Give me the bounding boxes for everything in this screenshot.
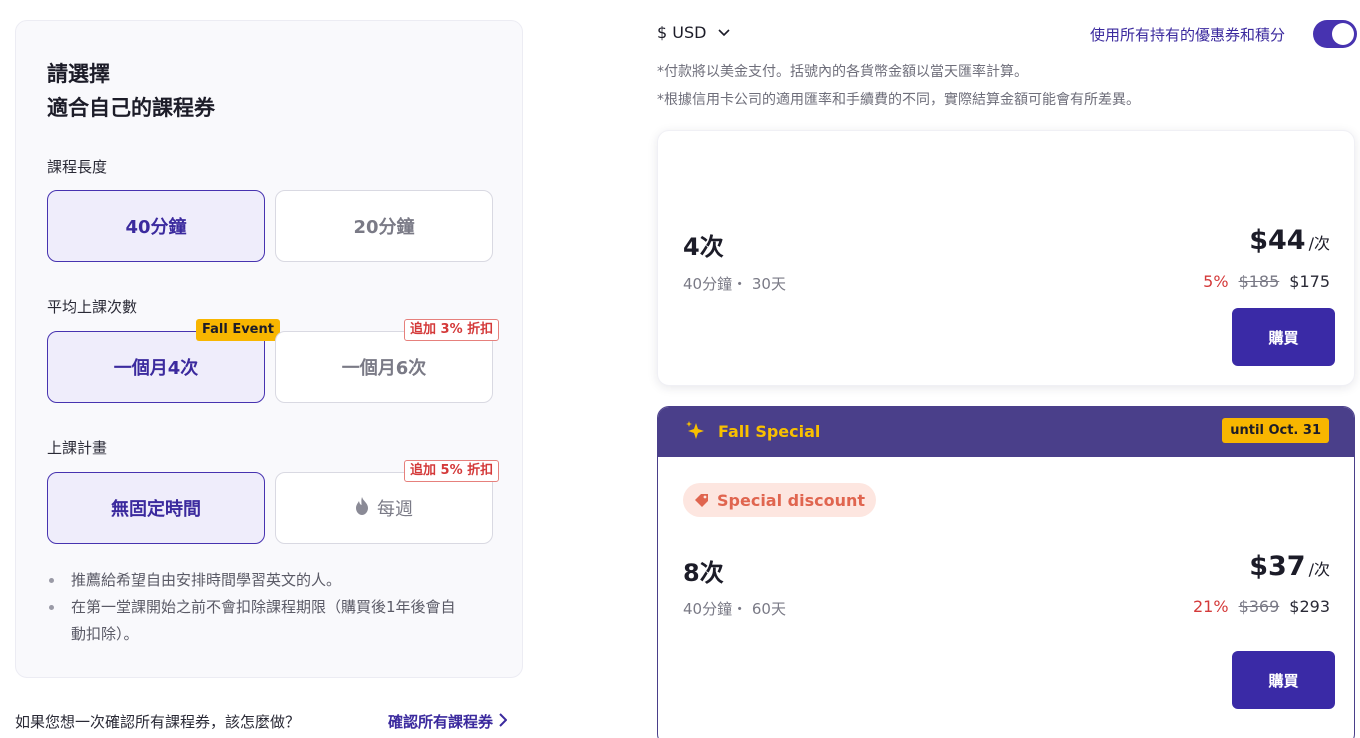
plan-price-breakdown: 5% $185 $175 bbox=[1203, 272, 1330, 291]
special-title: Fall Special bbox=[718, 422, 821, 441]
panel-title: 請選擇 適合自己的課程券 bbox=[47, 57, 215, 125]
fall-event-badge: Fall Event bbox=[196, 319, 280, 341]
extra-5pct-badge: 追加 5% 折扣 bbox=[404, 460, 500, 482]
option-20min-label: 20分鐘 bbox=[353, 217, 415, 238]
special-discount-label: Special discount bbox=[717, 490, 866, 510]
option-6-per-month[interactable]: 一個月6次 bbox=[275, 331, 493, 403]
plan-price-value: $37 bbox=[1249, 551, 1306, 582]
option-4-per-month[interactable]: 一個月4次 bbox=[47, 331, 265, 403]
option-weekly[interactable]: 每週 bbox=[275, 472, 493, 544]
footer-question: 如果您想一次確認所有課程券，該怎麼做？ bbox=[15, 713, 301, 731]
plan-price-unit: /次 bbox=[1308, 560, 1330, 579]
option-weekly-label: 每週 bbox=[377, 499, 413, 520]
course-selector-panel: 請選擇 適合自己的課程券 課程長度 40分鐘 20分鐘 平均上課次數 一個月4次… bbox=[15, 20, 523, 678]
panel-title-line2: 適合自己的課程券 bbox=[47, 96, 215, 120]
chevron-down-icon bbox=[718, 26, 731, 40]
view-all-vouchers-link[interactable]: 確認所有課程券 bbox=[388, 711, 508, 732]
use-coupons-toggle[interactable] bbox=[1313, 20, 1357, 48]
until-badge: until Oct. 31 bbox=[1222, 418, 1329, 443]
original-price: $369 bbox=[1238, 597, 1280, 616]
lesson-length-label: 課程長度 bbox=[47, 158, 108, 176]
payment-note-1: *付款將以美金支付。括號內的各貨幣金額以當天匯率計算。 bbox=[657, 64, 1028, 80]
plan-price-breakdown: 21% $369 $293 bbox=[1193, 597, 1330, 616]
discount-percent: 5% bbox=[1203, 272, 1229, 291]
bullet-item-text: 在第一堂課開始之前不會扣除課程期限（購買後1年後會自 bbox=[71, 598, 456, 616]
plan-price: $37 /次 bbox=[1249, 551, 1330, 582]
option-40min-label: 40分鐘 bbox=[125, 217, 187, 238]
plan-detail: 40分鐘・ 60天 bbox=[683, 600, 786, 618]
extra-3pct-badge: 追加 3% 折扣 bbox=[404, 319, 500, 341]
plan-description: 推薦給希望自由安排時間學習英文的人。 在第一堂課開始之前不會扣除課程期限（購買後… bbox=[47, 567, 507, 648]
use-coupons-label: 使用所有持有的優惠券和積分 bbox=[1090, 26, 1286, 44]
final-price: $293 bbox=[1289, 597, 1330, 616]
original-price: $185 bbox=[1238, 272, 1280, 291]
option-flexible[interactable]: 無固定時間 bbox=[47, 472, 265, 544]
view-all-vouchers-label: 確認所有課程券 bbox=[388, 713, 494, 731]
plan-label: 上課計畫 bbox=[47, 439, 108, 457]
final-price: $175 bbox=[1289, 272, 1330, 291]
special-discount-pill: Special discount bbox=[683, 483, 877, 517]
discount-percent: 21% bbox=[1193, 597, 1229, 616]
plan-count: 4次 bbox=[683, 233, 724, 261]
bullet-item-text-cont: 動扣除）。 bbox=[71, 625, 139, 643]
currency-value: $ USD bbox=[657, 23, 707, 42]
bullet-item: 推薦給希望自由安排時間學習英文的人。 bbox=[47, 567, 507, 594]
plan-card-4: 4次 40分鐘・ 30天 $44 /次 5% $185 $175 購買 bbox=[657, 130, 1355, 386]
chevron-right-icon bbox=[499, 712, 508, 731]
toggle-knob bbox=[1332, 23, 1354, 45]
sparkle-icon bbox=[684, 420, 708, 447]
special-header: Fall Special until Oct. 31 bbox=[658, 407, 1354, 457]
plan-price: $44 /次 bbox=[1249, 225, 1330, 256]
option-40min[interactable]: 40分鐘 bbox=[47, 190, 265, 262]
panel-title-line1: 請選擇 bbox=[47, 62, 110, 86]
plan-detail: 40分鐘・ 30天 bbox=[683, 275, 786, 293]
plan-card-8-special: Fall Special until Oct. 31 Special disco… bbox=[657, 406, 1355, 738]
option-6-per-month-label: 一個月6次 bbox=[341, 358, 427, 379]
plan-count: 8次 bbox=[683, 559, 724, 587]
option-4-per-month-label: 一個月4次 bbox=[113, 358, 199, 379]
buy-button[interactable]: 購買 bbox=[1232, 651, 1335, 709]
plan-price-unit: /次 bbox=[1308, 234, 1330, 253]
frequency-label: 平均上課次數 bbox=[47, 298, 138, 316]
option-20min[interactable]: 20分鐘 bbox=[275, 190, 493, 262]
plan-price-value: $44 bbox=[1249, 225, 1306, 256]
option-flexible-label: 無固定時間 bbox=[111, 499, 201, 520]
payment-note-2: *根據信用卡公司的適用匯率和手續費的不同，實際結算金額可能會有所差異。 bbox=[657, 92, 1140, 108]
bullet-item: 在第一堂課開始之前不會扣除課程期限（購買後1年後會自 動扣除）。 bbox=[47, 594, 507, 648]
buy-button[interactable]: 購買 bbox=[1232, 308, 1335, 366]
flame-icon bbox=[355, 496, 369, 520]
currency-selector[interactable]: $ USD bbox=[657, 23, 731, 42]
tag-icon bbox=[695, 494, 708, 507]
